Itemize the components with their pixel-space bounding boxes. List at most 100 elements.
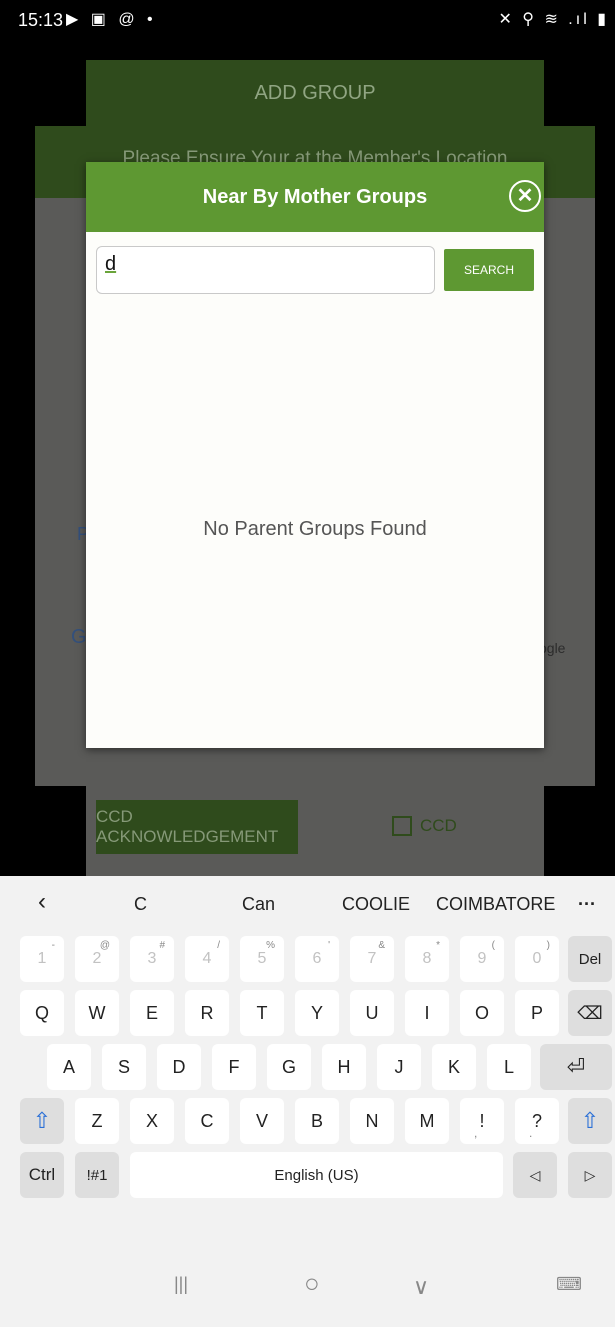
key-exclamation[interactable]: !, xyxy=(460,1098,504,1144)
key-s[interactable]: S xyxy=(102,1044,146,1090)
search-button[interactable]: SEARCH xyxy=(444,249,534,291)
key-1[interactable]: 1- xyxy=(20,936,64,982)
key-e[interactable]: E xyxy=(130,990,174,1036)
key-label: ? xyxy=(531,1110,542,1131)
key-label: 5 xyxy=(257,950,267,967)
recents-icon[interactable]: ||| xyxy=(174,1274,188,1295)
key-label: 2 xyxy=(92,950,102,967)
key-label: 4 xyxy=(202,950,212,967)
key-d[interactable]: D xyxy=(157,1044,201,1090)
backspace-icon[interactable]: ⌫ xyxy=(568,990,612,1036)
cursor-right-icon[interactable]: ▷ xyxy=(568,1152,612,1198)
ccd-acknowledgement-button[interactable]: CCD ACKNOWLEDGEMENT xyxy=(96,800,298,854)
key-3[interactable]: 3 # xyxy=(130,936,174,982)
key-j[interactable]: J xyxy=(377,1044,421,1090)
dialog-header: Near By Mother Groups ✕ xyxy=(86,162,544,232)
status-bar: 15:13 ▶ ▣ @ • ✕ ⚲ ≋ .ıl ▮ xyxy=(0,0,615,40)
key-n[interactable]: N xyxy=(350,1098,394,1144)
add-group-header: ADD GROUP xyxy=(86,60,544,130)
key-alt-label: ) xyxy=(546,940,550,951)
key-label: 6 xyxy=(312,950,322,967)
key-w[interactable]: W xyxy=(75,990,119,1036)
key-alt-label: % xyxy=(266,940,275,951)
suggestion-item[interactable]: COOLIE xyxy=(342,894,410,915)
suggestion-item[interactable]: Can xyxy=(242,894,275,915)
key-alt-label: , xyxy=(474,1126,478,1140)
key-a[interactable]: A xyxy=(47,1044,91,1090)
enter-icon[interactable]: ⏎ xyxy=(540,1044,612,1090)
key-2[interactable]: 2 @ xyxy=(75,936,119,982)
key-i[interactable]: I xyxy=(405,990,449,1036)
shift-right-icon[interactable]: ⇧ xyxy=(568,1098,612,1144)
search-input[interactable]: d xyxy=(96,246,435,294)
key-b[interactable]: B xyxy=(295,1098,339,1144)
key-h[interactable]: H xyxy=(322,1044,366,1090)
key-m[interactable]: M xyxy=(405,1098,449,1144)
key-alt-label: * xyxy=(436,940,440,951)
delete-key[interactable]: Del xyxy=(568,936,612,982)
key-alt-label: & xyxy=(378,940,385,951)
keyboard-toggle-icon[interactable]: ⌨ xyxy=(556,1274,582,1295)
key-z[interactable]: Z xyxy=(75,1098,119,1144)
key-t[interactable]: T xyxy=(240,990,284,1036)
suggestion-item[interactable]: COIMBATORE xyxy=(436,894,555,915)
key-u[interactable]: U xyxy=(350,990,394,1036)
close-icon[interactable]: ✕ xyxy=(509,180,541,212)
key-c[interactable]: C xyxy=(185,1098,229,1144)
key-p[interactable]: P xyxy=(515,990,559,1036)
nearby-groups-dialog: Near By Mother Groups ✕ d SEARCH No Pare… xyxy=(86,162,544,748)
system-status-icons: ✕ ⚲ ≋ .ıl ▮ xyxy=(498,11,609,28)
key-9[interactable]: 9( xyxy=(460,936,504,982)
key-x[interactable]: X xyxy=(130,1098,174,1144)
add-group-title: ADD GROUP xyxy=(254,82,376,104)
key-label: 7 xyxy=(367,950,377,967)
key-alt-label: ' xyxy=(328,940,330,951)
back-icon[interactable]: ∨ xyxy=(413,1274,429,1300)
dialog-title: Near By Mother Groups xyxy=(202,186,428,208)
notification-icons: ▶ ▣ @ • xyxy=(66,11,157,28)
key-l[interactable]: L xyxy=(487,1044,531,1090)
key-8[interactable]: 8 * xyxy=(405,936,449,982)
key-alt-label: - xyxy=(51,940,55,951)
home-icon[interactable]: ○ xyxy=(304,1268,320,1299)
cursor-left-icon[interactable]: ◁ xyxy=(513,1152,557,1198)
ctrl-key[interactable]: Ctrl xyxy=(20,1152,64,1198)
key-alt-label: @ xyxy=(99,940,110,951)
symbols-key[interactable]: !#1 xyxy=(75,1152,119,1198)
key-4[interactable]: 4/ xyxy=(185,936,229,982)
more-options-icon[interactable]: ··· xyxy=(578,894,596,915)
suggestion-collapse-icon[interactable]: ‹ xyxy=(38,888,46,916)
key-k[interactable]: K xyxy=(432,1044,476,1090)
key-o[interactable]: O xyxy=(460,990,504,1036)
key-alt-label: / xyxy=(217,940,220,951)
map-logo-g: G xyxy=(71,626,87,648)
key-g[interactable]: G xyxy=(267,1044,311,1090)
key-f[interactable]: F xyxy=(212,1044,256,1090)
empty-state-message: No Parent Groups Found xyxy=(203,518,427,540)
shift-left-icon[interactable]: ⇧ xyxy=(20,1098,64,1144)
key-label: ! xyxy=(479,1110,485,1131)
key-alt-label: . xyxy=(529,1126,533,1140)
space-bar[interactable]: English (US) xyxy=(130,1152,503,1198)
key-q[interactable]: Q xyxy=(20,990,64,1036)
ccd-checkbox-label: CCD xyxy=(420,816,457,835)
key-r[interactable]: R xyxy=(185,990,229,1036)
key-y[interactable]: Y xyxy=(295,990,339,1036)
key-label: 0 xyxy=(532,950,542,967)
key-label: 9 xyxy=(477,950,487,967)
suggestion-bar: ‹ C Can COOLIE COIMBATORE ··· xyxy=(0,876,615,934)
key-0[interactable]: 0) xyxy=(515,936,559,982)
key-alt-label: # xyxy=(159,940,165,951)
suggestion-item[interactable]: C xyxy=(134,894,147,915)
key-question[interactable]: ?. xyxy=(515,1098,559,1144)
key-7[interactable]: 7 & xyxy=(350,936,394,982)
key-6[interactable]: 6 ' xyxy=(295,936,339,982)
key-5[interactable]: 5% xyxy=(240,936,284,982)
ccd-checkbox[interactable] xyxy=(392,816,412,836)
key-v[interactable]: V xyxy=(240,1098,284,1144)
key-alt-label: ( xyxy=(491,940,495,951)
key-label: 3 xyxy=(147,950,157,967)
key-label: 1 xyxy=(37,950,47,967)
ccd-section: CCD ACKNOWLEDGEMENT CCD xyxy=(86,786,544,876)
status-time: 15:13 xyxy=(18,10,64,30)
